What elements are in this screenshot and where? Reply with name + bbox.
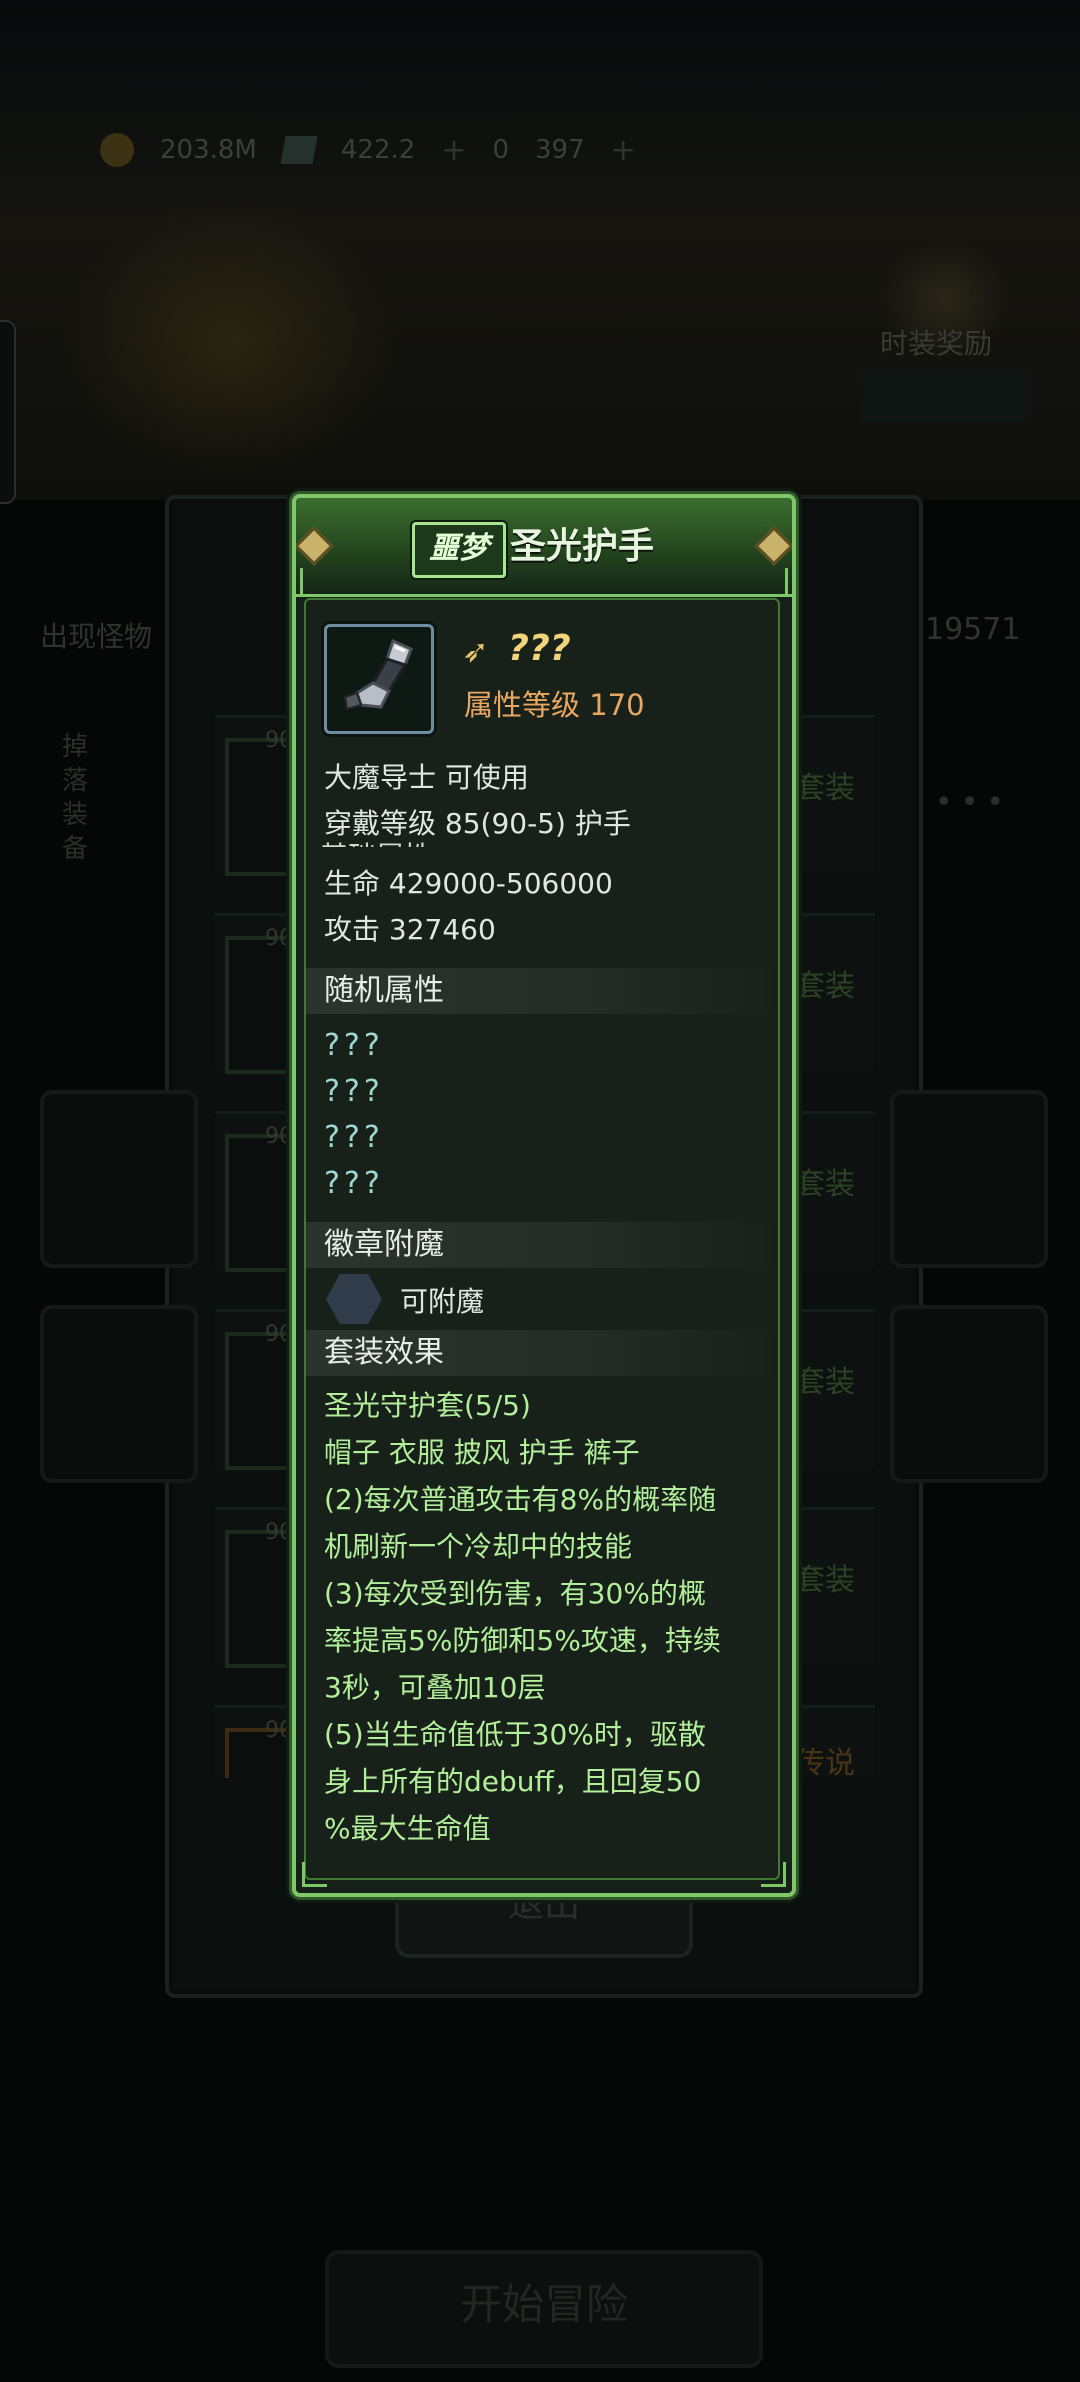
row-tag: 套装 bbox=[795, 1563, 855, 1598]
enchant-label: 可附魔 bbox=[400, 1285, 485, 1318]
row-level: 90 bbox=[265, 1718, 293, 1743]
coin-icon bbox=[100, 133, 134, 167]
row-level: 90 bbox=[265, 1124, 293, 1149]
background-glow bbox=[60, 200, 400, 480]
rarity-badge: 噩梦 bbox=[412, 522, 506, 578]
gem-amount: 422.2 bbox=[340, 135, 416, 165]
left-slot-frame[interactable] bbox=[40, 1090, 198, 1268]
set-pieces: 帽子 衣服 披风 护手 裤子 bbox=[324, 1436, 640, 1469]
set-effect-line: 身上所有的debuff，且回复50 bbox=[324, 1765, 702, 1798]
set-name: 圣光守护套(5/5) bbox=[324, 1389, 531, 1422]
set-effect-line: 率提高5%防御和5%攻速，持续 bbox=[324, 1624, 721, 1657]
row-tag: 套装 bbox=[795, 771, 855, 806]
add-gem-icon[interactable]: + bbox=[441, 133, 466, 168]
gauntlet-icon bbox=[324, 624, 434, 734]
side-drawer-tab[interactable] bbox=[0, 320, 16, 504]
corner-ornament bbox=[302, 1862, 327, 1887]
left-slot-frame[interactable] bbox=[40, 1305, 198, 1483]
level-arrow-icon: ➶ bbox=[462, 632, 489, 670]
monster-label: 出现怪物 bbox=[40, 620, 153, 653]
attack-stat: 攻击 327460 bbox=[324, 913, 496, 946]
set-effect-line: (2)每次普通攻击有8%的概率随 bbox=[324, 1483, 717, 1516]
start-adventure-button[interactable]: 开始冒险 bbox=[325, 2250, 763, 2368]
set-effect-line: (3)每次受到伤害，有30%的概 bbox=[324, 1577, 706, 1610]
fashion-reward-button[interactable] bbox=[860, 372, 1030, 422]
set-effect-line: %最大生命值 bbox=[324, 1812, 491, 1845]
row-tag: 套装 bbox=[795, 1365, 855, 1400]
row-level: 90 bbox=[265, 1322, 293, 1347]
random-attribute: ??? bbox=[324, 1028, 384, 1063]
item-detail-card[interactable]: 噩梦 圣光护手 ➶ ??? 属性等级 170 大魔导士 可使用 穿戴等级 85(… bbox=[292, 494, 796, 1897]
random-attribute: ??? bbox=[324, 1120, 384, 1155]
corner-ornament bbox=[761, 1862, 786, 1887]
background-number: 19571 bbox=[925, 612, 1021, 647]
set-effect-line: 机刷新一个冷却中的技能 bbox=[324, 1530, 633, 1563]
gold-amount: 203.8M bbox=[160, 135, 257, 165]
right-slot-frame[interactable] bbox=[890, 1090, 1048, 1268]
base-attributes-header: 基础属性 bbox=[320, 835, 520, 847]
row-tag: 套装 bbox=[795, 1167, 855, 1202]
card-header: 噩梦 圣光护手 bbox=[296, 498, 792, 597]
random-attribute: ??? bbox=[324, 1166, 384, 1201]
row-level: 90 bbox=[265, 1520, 293, 1545]
right-slot-frame[interactable] bbox=[890, 1305, 1048, 1483]
more-dots-icon[interactable]: ••• bbox=[935, 785, 1012, 820]
add-ticket-icon[interactable]: + bbox=[611, 133, 636, 168]
corner-ornament bbox=[300, 568, 329, 597]
diamond-ornament-icon bbox=[296, 526, 334, 566]
background-side-text: 掉落装备 bbox=[62, 732, 89, 864]
random-attribute: ??? bbox=[324, 1074, 384, 1109]
row-tag: 套装 bbox=[795, 969, 855, 1004]
resource-bar: 203.8M 422.2 + 0 397 + bbox=[100, 125, 1060, 175]
item-unknown-title: ??? bbox=[508, 628, 571, 669]
item-name: 圣光护手 bbox=[510, 526, 655, 567]
row-level: 90 bbox=[265, 728, 293, 753]
set-effect-line: (5)当生命值低于30%时，驱散 bbox=[324, 1718, 706, 1751]
row-level: 90 bbox=[265, 926, 293, 951]
hp-stat: 生命 429000-506000 bbox=[324, 867, 613, 900]
attribute-level: 属性等级 170 bbox=[464, 688, 645, 722]
energy-amount: 0 bbox=[492, 135, 509, 165]
usable-class: 大魔导士 可使用 bbox=[324, 761, 529, 794]
row-tag: 传说 bbox=[795, 1746, 855, 1778]
diamond-ornament-icon bbox=[754, 526, 792, 566]
set-effect-line: 3秒，可叠加10层 bbox=[324, 1671, 546, 1704]
fashion-reward-label: 时装奖励 bbox=[880, 327, 993, 360]
gem-icon bbox=[280, 136, 318, 164]
random-attributes-header: 随机属性 bbox=[306, 968, 770, 1014]
ticket-amount: 397 bbox=[535, 135, 585, 165]
corner-ornament bbox=[759, 568, 788, 597]
badge-enchant-header: 徽章附魔 bbox=[306, 1222, 770, 1268]
set-effect-header: 套装效果 bbox=[306, 1330, 770, 1376]
